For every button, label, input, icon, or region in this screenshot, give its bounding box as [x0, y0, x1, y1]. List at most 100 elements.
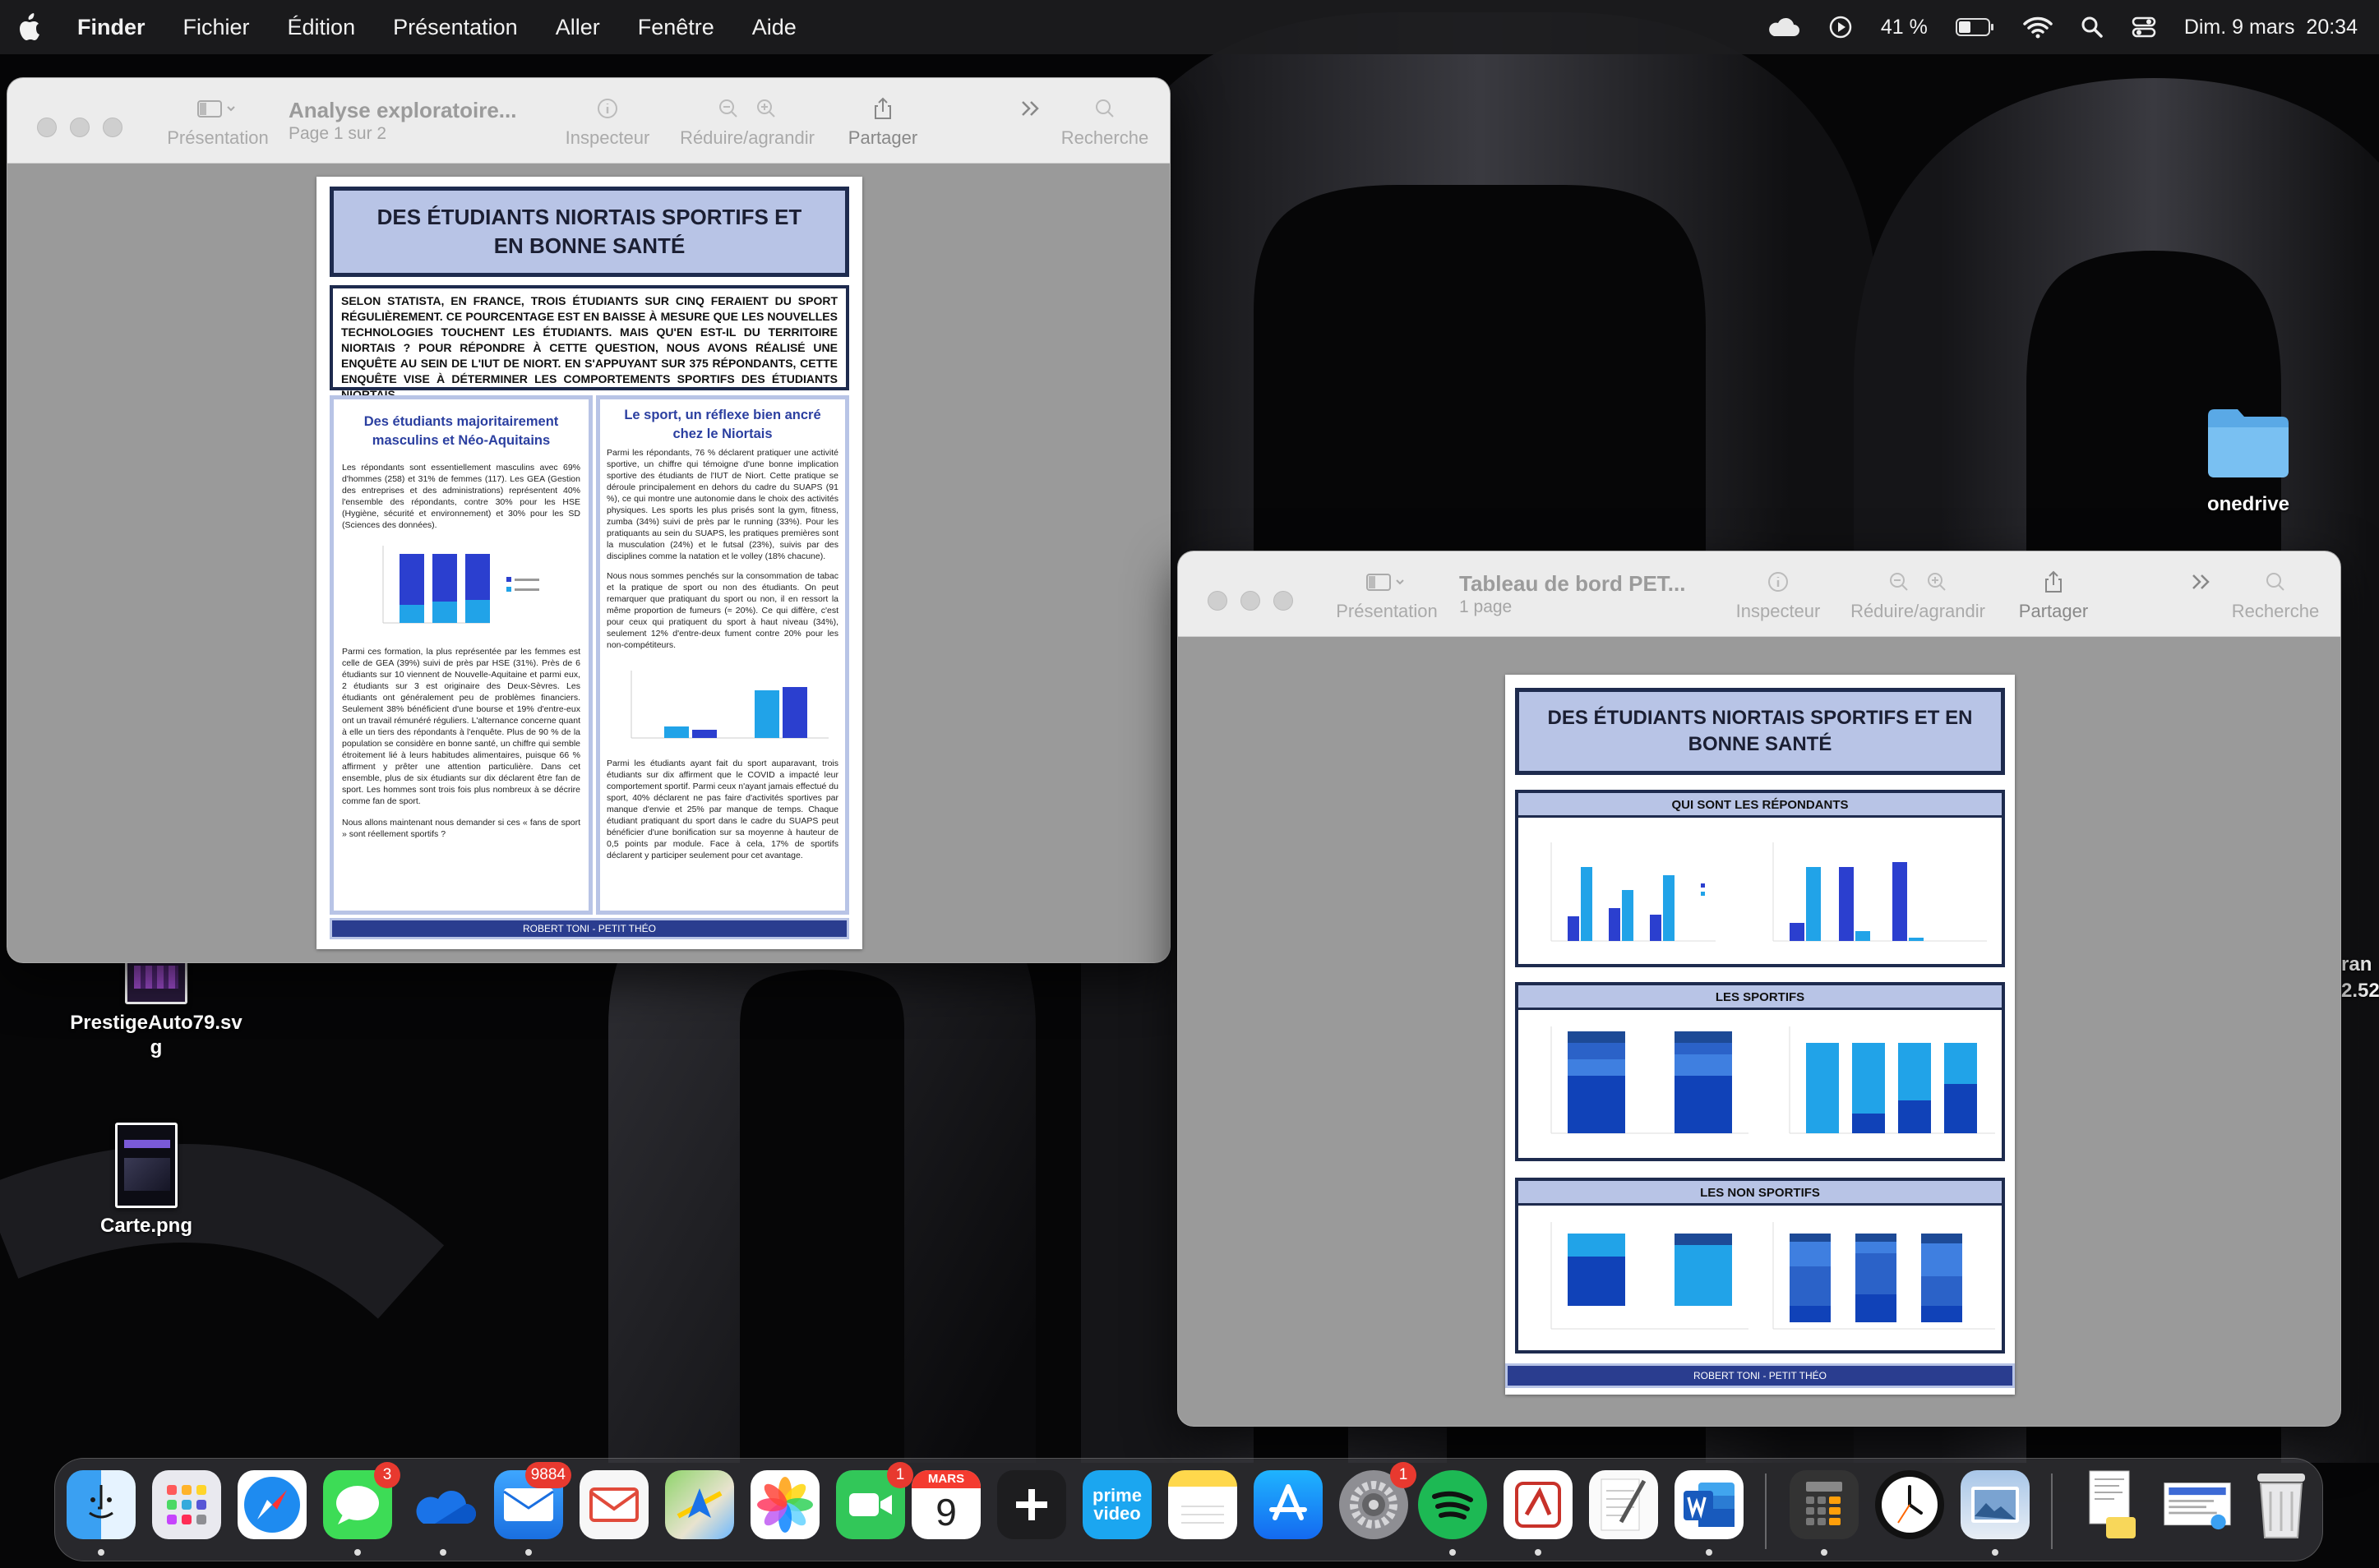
zoom-out-icon[interactable] — [717, 97, 740, 120]
running-indicator — [1535, 1549, 1541, 1556]
dock-downloads-stack[interactable] — [2076, 1470, 2145, 1539]
notes-lines-icon — [1181, 1506, 1224, 1524]
document-page: DES ÉTUDIANTS NIORTAIS SPORTIFS ET EN BO… — [316, 177, 862, 949]
share-button[interactable]: Partager — [829, 95, 936, 149]
menu-aller[interactable]: Aller — [556, 15, 600, 40]
inspector-button[interactable]: Inspecteur — [1721, 568, 1836, 622]
doc-title: DES ÉTUDIANTS NIORTAIS SPORTIFS ET EN BO… — [330, 187, 849, 277]
calendar-day: 9 — [935, 1491, 957, 1533]
dock-recent-screenshot[interactable] — [2163, 1470, 2232, 1539]
tobacco-sport-chart — [631, 671, 829, 739]
dock-textedit[interactable] — [1589, 1470, 1658, 1539]
dock-facetime[interactable]: 1 — [836, 1462, 913, 1539]
running-indicator — [525, 1549, 532, 1556]
dock-airmail[interactable] — [580, 1470, 649, 1539]
sidebar-icon — [197, 100, 235, 118]
dock-launchpad[interactable] — [152, 1470, 221, 1539]
menu-app-name[interactable]: Finder — [77, 15, 146, 40]
menubar-clock[interactable]: Dim. 9 mars 20:34 — [2184, 16, 2358, 39]
close-button[interactable] — [37, 118, 57, 137]
right-paragraph-3: Parmi les étudiants ayant fait du sport … — [607, 759, 838, 860]
dock-messages[interactable]: 3 — [323, 1462, 400, 1539]
zoom-controls[interactable]: Réduire/agrandir — [665, 95, 829, 149]
menu-aide[interactable]: Aide — [752, 15, 797, 40]
zoom-out-icon[interactable] — [1887, 570, 1910, 593]
preview-window-dashboard[interactable]: Présentation Tableau de bord PET... 1 pa… — [1177, 551, 2341, 1427]
wifi-icon[interactable] — [2023, 16, 2053, 39]
dock-perplexity[interactable] — [997, 1470, 1066, 1539]
notification-badge: 1 — [887, 1462, 913, 1488]
running-indicator — [354, 1549, 361, 1556]
desktop-icon-onedrive[interactable]: onedrive — [2187, 401, 2310, 516]
section-heading: QUI SONT LES RÉPONDANTS — [1518, 793, 2002, 818]
zoom-in-icon[interactable] — [755, 97, 778, 120]
dock-prime-video[interactable]: prime video — [1083, 1470, 1152, 1539]
formation-sex-chart — [382, 546, 539, 624]
zoom-controls[interactable]: Réduire/agrandir — [1836, 568, 2000, 622]
dock-system-settings[interactable]: 1 — [1339, 1462, 1416, 1539]
sidebar-toggle-button[interactable]: Présentation — [160, 95, 275, 149]
dock-clock[interactable] — [1875, 1470, 1944, 1539]
preview-window-analyse[interactable]: Présentation Analyse exploratoire... Pag… — [7, 77, 1171, 963]
dock-calculator[interactable] — [1790, 1470, 1859, 1539]
zoom-button[interactable] — [1273, 591, 1293, 611]
dock-maps[interactable] — [665, 1470, 734, 1539]
dock-trash[interactable] — [2247, 1470, 2316, 1539]
close-button[interactable] — [1208, 591, 1227, 611]
window-title: Tableau de bord PET... — [1459, 571, 1686, 596]
apple-menu-icon[interactable] — [16, 12, 41, 42]
window-subtitle: 1 page — [1459, 597, 1513, 616]
share-icon — [2045, 570, 2062, 593]
zoom-in-icon[interactable] — [1925, 570, 1948, 593]
keynote-icon — [1515, 1482, 1561, 1528]
dock-word[interactable] — [1675, 1470, 1744, 1539]
minimize-button[interactable] — [1240, 591, 1260, 611]
respondents-charts — [1550, 842, 1987, 942]
dashboard-page: DES ÉTUDIANTS NIORTAIS SPORTIFS ET EN BO… — [1505, 675, 2015, 1395]
share-icon — [875, 97, 891, 119]
icloud-icon[interactable] — [1766, 16, 1800, 38]
share-button[interactable]: Partager — [2000, 568, 2107, 622]
dock-spotify[interactable] — [1418, 1470, 1487, 1539]
dock-finder[interactable] — [67, 1470, 136, 1539]
dock-notes[interactable] — [1168, 1470, 1237, 1539]
running-indicator — [98, 1549, 104, 1556]
menu-fichier[interactable]: Fichier — [183, 15, 250, 40]
messages-bubble-icon — [336, 1486, 379, 1524]
sidebar-toggle-button[interactable]: Présentation — [1329, 568, 1444, 622]
section-heading: LES SPORTIFS — [1518, 985, 2002, 1010]
minimize-button[interactable] — [70, 118, 90, 137]
battery-icon[interactable] — [1955, 17, 1995, 37]
more-toolbar-button[interactable] — [1010, 95, 1051, 127]
inspector-button[interactable]: Inspecteur — [550, 95, 665, 149]
menu-edition[interactable]: Édition — [288, 15, 356, 40]
menu-presentation[interactable]: Présentation — [393, 15, 518, 40]
dock-photos[interactable] — [751, 1470, 820, 1539]
dock-separator — [2051, 1473, 2053, 1549]
spotlight-search-icon[interactable] — [2081, 16, 2104, 39]
zoom-button[interactable] — [103, 118, 122, 137]
dashboard-title: DES ÉTUDIANTS NIORTAIS SPORTIFS ET EN BO… — [1515, 688, 2005, 775]
left-paragraph-1: Les répondants sont essentiellement masc… — [342, 463, 580, 530]
desktop-icon-label: onedrive — [2206, 493, 2290, 515]
search-button[interactable]: Recherche — [1051, 95, 1158, 149]
search-button[interactable]: Recherche — [2222, 568, 2329, 622]
menu-fenetre[interactable]: Fenêtre — [638, 15, 714, 40]
desktop-icon-carte[interactable]: Carte.png — [74, 1123, 219, 1238]
folder-icon — [2208, 409, 2289, 477]
running-indicator — [440, 1549, 446, 1556]
more-toolbar-button[interactable] — [2181, 568, 2222, 601]
dock-onedrive[interactable] — [409, 1470, 478, 1539]
sportsmen-charts — [1550, 1026, 1995, 1134]
dock-calendar[interactable]: MARS 9 — [912, 1470, 981, 1539]
dock-app-store[interactable] — [1254, 1470, 1323, 1539]
window-title: Analyse exploratoire... — [289, 98, 517, 122]
calendar-month: MARS — [912, 1470, 981, 1488]
dock-mail[interactable]: 9884 — [494, 1462, 571, 1539]
control-center-icon[interactable] — [2132, 16, 2156, 39]
dock-safari[interactable] — [238, 1470, 307, 1539]
dock-preview[interactable] — [1961, 1470, 2030, 1539]
document-stack-icon — [2089, 1470, 2136, 1538]
now-playing-icon[interactable] — [1828, 15, 1853, 39]
dock-keynote[interactable] — [1504, 1470, 1573, 1539]
